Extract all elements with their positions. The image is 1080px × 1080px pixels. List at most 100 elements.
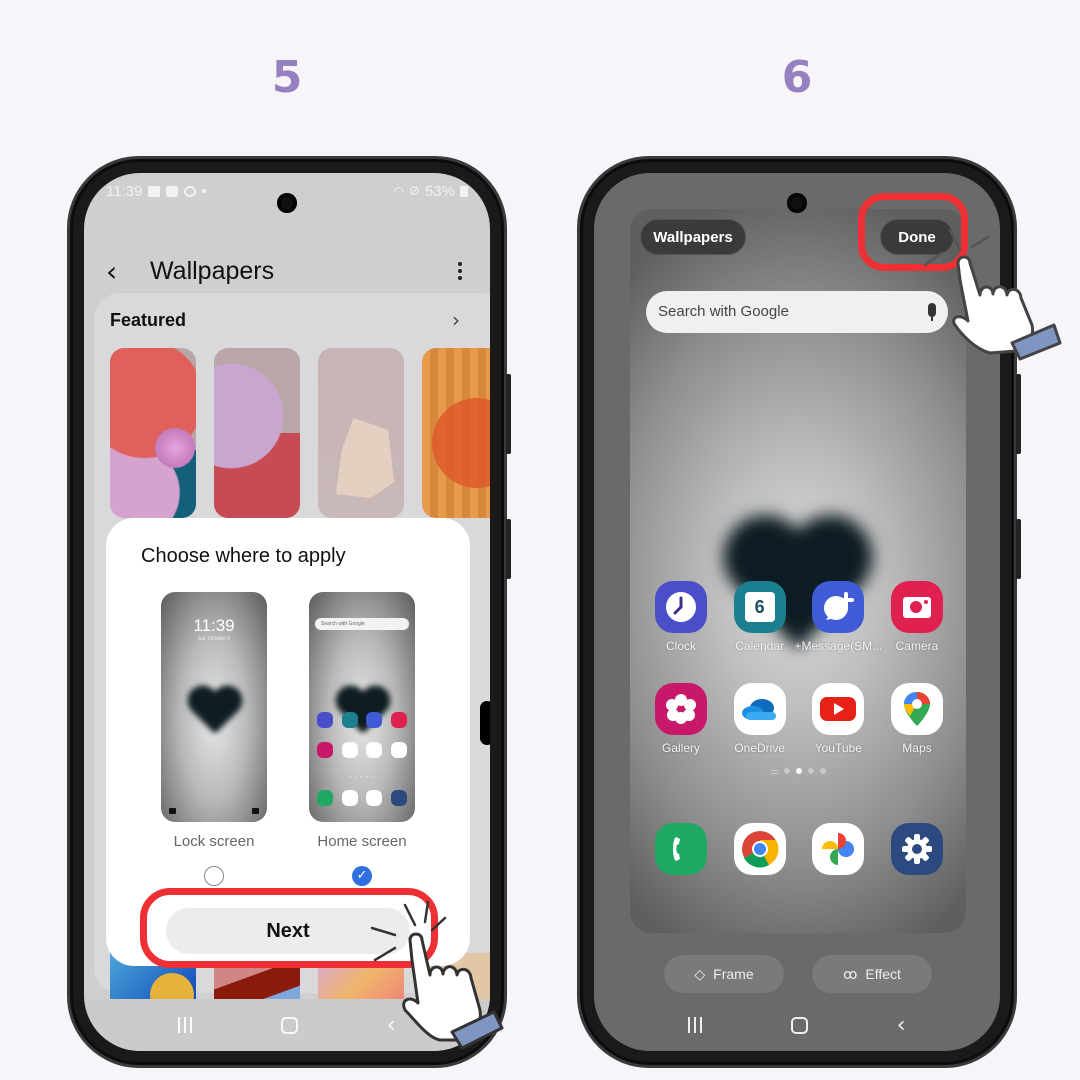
preview-search-bar: Search with Google (315, 618, 409, 630)
more-options-icon[interactable] (452, 258, 468, 284)
app-gallery[interactable]: Gallery (644, 683, 718, 755)
preview-page-dots: • • • • • (348, 775, 376, 781)
home-screen-checkbox[interactable]: ✓ (352, 866, 372, 886)
gallery-notification-icon (148, 185, 161, 197)
recents-icon[interactable] (178, 1017, 193, 1033)
google-photos-icon (812, 823, 865, 875)
wifi-icon: ◠ (393, 184, 405, 198)
app-label: Maps (902, 741, 932, 755)
wallpaper-thumbnail[interactable] (318, 348, 404, 518)
home-icon[interactable] (791, 1016, 809, 1034)
message-plus-icon (812, 581, 865, 633)
status-time: 11:39 (106, 182, 143, 200)
home-screen-preview[interactable]: Search with Google • • • • • (309, 592, 415, 822)
app-messages[interactable]: +Message(SM... (794, 581, 882, 653)
maps-pin-icon (890, 683, 943, 735)
step-number-5: 5 (271, 52, 303, 103)
home-screen-label: Home screen (317, 833, 407, 850)
frame-icon: ◇ (694, 967, 706, 983)
volume-button (506, 374, 511, 454)
page-indicator[interactable] (594, 761, 1000, 779)
more-notifications-dot (202, 189, 207, 193)
lock-screen-preview[interactable]: 11:39 Sat, October 6 (161, 592, 267, 822)
dock (644, 823, 954, 875)
app-label: +Message(SM... (794, 639, 883, 653)
app-maps[interactable]: Maps (880, 683, 954, 755)
wallpapers-button[interactable]: Wallpapers (640, 219, 746, 255)
preview-app-row (317, 742, 407, 758)
frame-label: Frame (713, 966, 754, 982)
app-row-1: Clock 6 Calendar +Message(SM... Camera (644, 581, 954, 653)
dock-chrome[interactable] (723, 823, 797, 875)
app-label: Clock (665, 639, 696, 653)
preview-app-row (317, 712, 407, 728)
dock-photos[interactable] (801, 823, 875, 875)
front-camera (277, 193, 297, 213)
preview-dock (317, 790, 407, 806)
app-youtube[interactable]: YouTube (801, 683, 875, 755)
calendar-icon: 6 (733, 581, 786, 633)
navigation-bar: ‹ (594, 999, 1000, 1051)
step-number-6: 6 (781, 52, 813, 103)
tap-hand-icon (370, 900, 504, 1050)
app-calendar[interactable]: 6 Calendar (723, 581, 797, 653)
tap-hand-icon (923, 228, 1062, 361)
wallpaper-thumbnail[interactable] (110, 348, 196, 518)
search-placeholder: Search with Google (658, 303, 789, 320)
recents-icon[interactable] (688, 1017, 703, 1033)
app-label: OneDrive (734, 741, 785, 755)
featured-label: Featured (110, 309, 187, 330)
battery-percent: 53% (424, 182, 455, 200)
app-label: YouTube (814, 741, 862, 755)
preview-time: 11:39 (193, 616, 235, 635)
battery-icon (460, 185, 468, 197)
dock-phone[interactable] (644, 823, 718, 875)
youtube-play-icon (812, 683, 865, 735)
power-button (1016, 519, 1021, 579)
page-title: Wallpapers (150, 256, 275, 285)
effect-circles-icon: ꝏ (843, 967, 858, 983)
app-clock[interactable]: Clock (644, 581, 718, 653)
dock-settings[interactable] (880, 823, 954, 875)
featured-header[interactable]: Featured › (110, 308, 460, 332)
effect-label: Effect (865, 966, 901, 982)
chevron-right-icon[interactable]: › (452, 308, 460, 332)
back-icon[interactable]: ‹ (897, 1013, 906, 1038)
home-icon[interactable] (281, 1016, 299, 1034)
volume-button (1016, 374, 1021, 454)
wallpaper-thumbnail[interactable] (422, 348, 490, 518)
back-arrow-icon[interactable]: ‹ (106, 255, 142, 288)
front-camera (787, 193, 807, 213)
power-button (506, 519, 511, 579)
camera-shortcut-icon (252, 808, 259, 814)
camera-icon (890, 581, 943, 633)
onedrive-cloud-icon (733, 683, 786, 735)
app-label: Gallery (661, 741, 700, 755)
flashlight-icon (169, 808, 176, 814)
gallery-flower-icon (655, 683, 707, 735)
phone-icon (655, 823, 707, 875)
lock-screen-label: Lock screen (173, 833, 255, 850)
heart-wallpaper (186, 687, 242, 737)
dialog-title: Choose where to apply (141, 545, 346, 567)
app-label: Calendar (735, 639, 784, 653)
app-camera[interactable]: Camera (880, 581, 954, 653)
effect-button[interactable]: ꝏ Effect (812, 955, 932, 993)
chrome-icon (733, 823, 786, 875)
cloud-notification-icon (166, 185, 179, 197)
frame-button[interactable]: ◇ Frame (664, 955, 784, 993)
app-label: Camera (895, 639, 939, 653)
app-onedrive[interactable]: OneDrive (723, 683, 797, 755)
do-not-disturb-icon: ⊘ (409, 183, 420, 199)
app-row-2: Gallery OneDrive YouTube Maps (644, 683, 954, 755)
wallpaper-thumbnail[interactable] (214, 348, 300, 518)
preview-date: Sat, October 6 (197, 636, 231, 642)
apply-dialog: Choose where to apply 11:39 Sat, October… (106, 518, 470, 966)
google-search-bar[interactable]: Search with Google (646, 291, 948, 333)
settings-gear-icon (890, 823, 943, 875)
lock-screen-checkbox[interactable] (204, 866, 224, 886)
clock-icon (655, 581, 707, 633)
app-bar: ‹ Wallpapers (106, 251, 468, 291)
edge-panel-handle[interactable] (480, 701, 490, 745)
sync-notification-icon (184, 185, 197, 197)
